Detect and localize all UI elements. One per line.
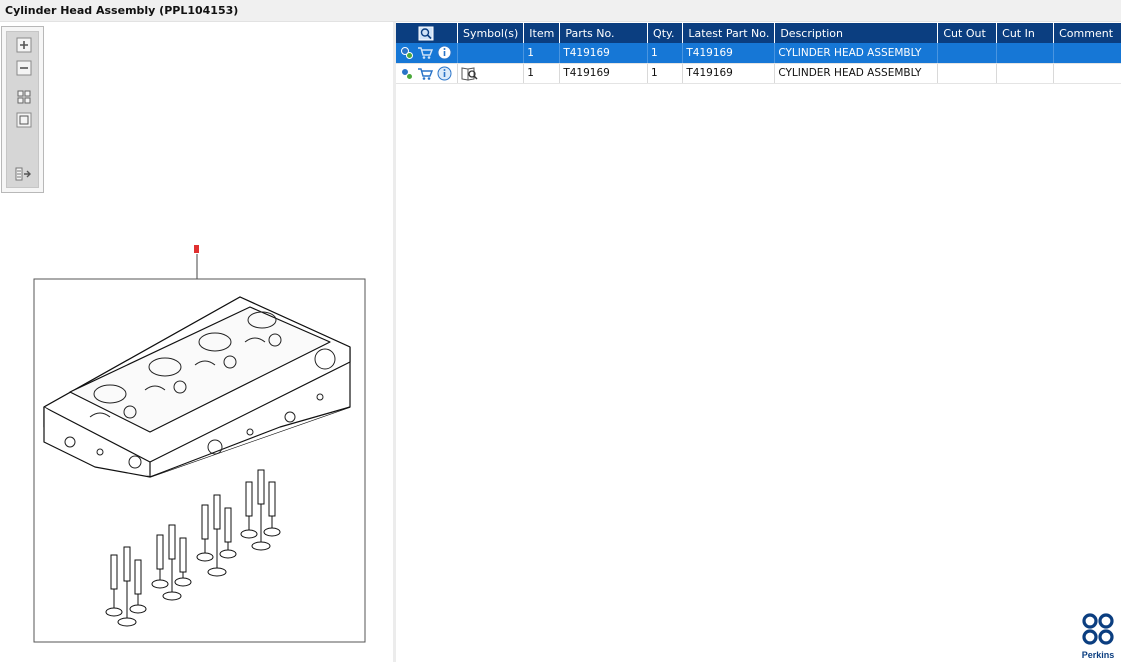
row-comment-cell [1053, 43, 1121, 64]
callout-marker[interactable] [194, 245, 199, 253]
zoom-in-icon [16, 37, 32, 53]
row-description-cell: CYLINDER HEAD ASSEMBLY [774, 43, 939, 64]
cart-icon[interactable] [417, 66, 434, 81]
row-item-cell: 1 [523, 63, 561, 84]
column-header-item[interactable]: Item [523, 23, 561, 43]
row-action-icons [396, 43, 458, 64]
search-icon [418, 26, 434, 40]
column-header-cut-in[interactable]: Cut In [996, 23, 1055, 43]
column-header-latest-part-no[interactable]: Latest Part No. [682, 23, 776, 43]
row-cut-out-cell [937, 43, 998, 64]
column-header-description[interactable]: Description [774, 23, 939, 43]
brand-logo: Perkins [1078, 612, 1118, 660]
row-parts-no-cell: T419169 [559, 63, 649, 84]
parts-list-panel: Symbol(s) Item Parts No. Qty. Latest Par… [396, 22, 1121, 662]
toggle-panel-button[interactable] [15, 165, 33, 183]
viewer-toolbar-inner [6, 31, 39, 188]
cart-icon[interactable] [417, 45, 434, 60]
row-cut-out-cell [937, 63, 998, 84]
row-comment-cell [1053, 63, 1121, 84]
zoom-in-button[interactable] [15, 36, 33, 54]
row-latest-part-no-cell: T419169 [682, 63, 776, 84]
perkins-logo-icon [1082, 613, 1114, 645]
row-action-icons [396, 63, 458, 84]
info-icon[interactable] [437, 45, 452, 60]
actual-size-icon [16, 112, 32, 128]
row-cut-in-cell [996, 43, 1055, 64]
row-qty-cell: 1 [647, 43, 684, 64]
row-description-cell: CYLINDER HEAD ASSEMBLY [774, 63, 939, 84]
gear-icon[interactable] [399, 66, 414, 81]
row-qty-cell: 1 [647, 63, 684, 84]
gear-icon[interactable] [399, 45, 414, 60]
zoom-out-icon [16, 60, 32, 76]
fit-page-button[interactable] [15, 88, 33, 106]
row-symbols-cell [457, 63, 525, 84]
table-row[interactable]: 1 T419169 1 T419169 CYLINDER HEAD ASSEMB… [396, 63, 1121, 84]
illustration-panel[interactable] [0, 22, 393, 662]
info-icon[interactable] [437, 66, 452, 81]
brand-name: Perkins [1081, 650, 1115, 660]
column-header-parts-no[interactable]: Parts No. [559, 23, 649, 43]
row-latest-part-no-cell: T419169 [682, 43, 776, 64]
table-header-row: Symbol(s) Item Parts No. Qty. Latest Par… [396, 23, 1121, 43]
book-magnifier-icon[interactable] [461, 66, 479, 81]
title-bar: Cylinder Head Assembly (PPL104153) [0, 0, 1121, 22]
zoom-out-button[interactable] [15, 59, 33, 77]
row-parts-no-cell: T419169 [559, 43, 649, 64]
column-header-cut-out[interactable]: Cut Out [937, 23, 998, 43]
toggle-panel-icon [15, 167, 31, 181]
actual-size-button[interactable] [15, 111, 33, 129]
window-title: Cylinder Head Assembly (PPL104153) [5, 4, 239, 17]
column-header-search[interactable] [396, 23, 458, 43]
row-item-cell: 1 [523, 43, 561, 64]
column-header-comment[interactable]: Comment [1053, 23, 1121, 43]
row-symbols-cell [457, 43, 525, 64]
fit-page-icon [17, 90, 31, 104]
viewer-toolbar [1, 26, 44, 193]
cylinder-head-drawing[interactable] [0, 22, 393, 662]
parts-table: Symbol(s) Item Parts No. Qty. Latest Par… [396, 23, 1121, 84]
column-header-qty[interactable]: Qty. [647, 23, 684, 43]
column-header-symbols[interactable]: Symbol(s) [457, 23, 525, 43]
table-row[interactable]: 1 T419169 1 T419169 CYLINDER HEAD ASSEMB… [396, 43, 1121, 64]
row-cut-in-cell [996, 63, 1055, 84]
